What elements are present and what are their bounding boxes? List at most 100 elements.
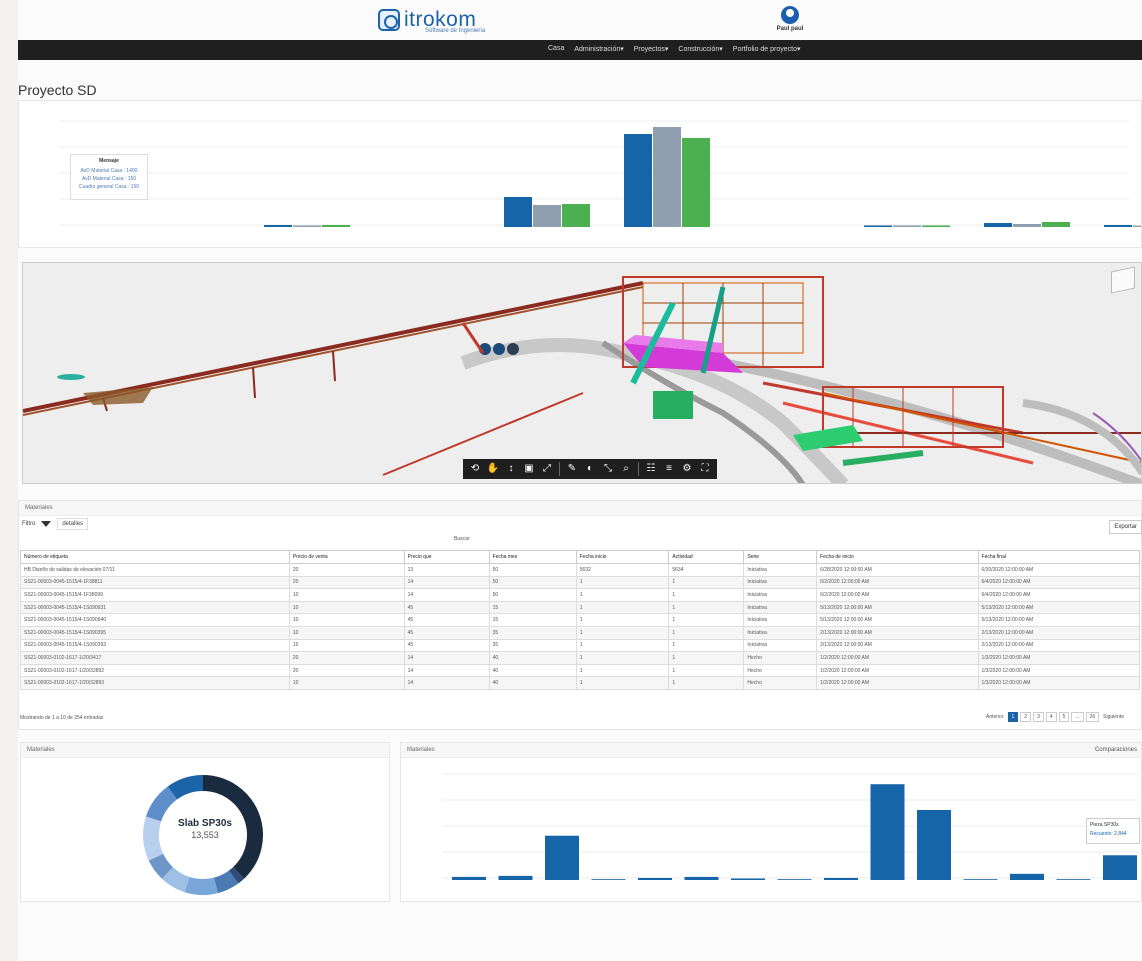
section-icon[interactable]: ◐ — [582, 461, 598, 477]
chart-bar[interactable] — [545, 835, 579, 880]
pager-page[interactable]: 5 — [1058, 712, 1070, 722]
chart-bar[interactable] — [731, 878, 765, 881]
table-row[interactable]: SS21-00003-0045-1515/4-1S090393 10 45 35 1 1 I… — [20, 638, 1141, 653]
nav-item[interactable]: Proyectos▾ — [634, 45, 669, 53]
settings-icon[interactable]: ⚙ — [679, 461, 695, 477]
chart-bar[interactable] — [824, 877, 858, 880]
table-cell: 10 — [288, 613, 405, 627]
pan-icon[interactable]: ✋ — [485, 461, 501, 477]
nav-item[interactable]: Portfolio de proyecto▾ — [733, 45, 801, 53]
chart-bar[interactable] — [984, 223, 1012, 227]
page: itrokom Software de Ingeniería Paul paul… — [18, 0, 1142, 961]
table-row[interactable]: SS21-00003-0102-1617-1/20/32893 10 14 40 1 1 H… — [20, 676, 1141, 690]
donut-segment[interactable] — [145, 786, 178, 822]
column-header[interactable]: Fecha mes — [488, 550, 577, 564]
pager-page[interactable]: 3 — [1033, 712, 1044, 722]
zoom-icon[interactable]: ↕ — [503, 461, 519, 477]
table-row[interactable]: SS21-00003-0102-1617-1/20/3417 20 14 40 1 1 He… — [20, 651, 1141, 665]
explode-icon[interactable]: ⤡ — [600, 461, 616, 477]
donut-segment[interactable] — [213, 870, 239, 894]
chart-bar[interactable] — [1133, 225, 1142, 228]
column-header[interactable]: Fecha de inicio — [816, 550, 979, 564]
nav-item[interactable]: Casa — [548, 45, 564, 53]
properties-icon[interactable]: ≡ — [661, 461, 677, 477]
table-row[interactable]: HB Diseño de salidas de elevación 07/11 2… — [20, 563, 1141, 577]
chart-bar[interactable] — [498, 875, 533, 880]
chart-bar[interactable] — [1010, 873, 1044, 880]
chart-bar[interactable] — [653, 127, 681, 227]
column-header[interactable]: Serie — [743, 550, 818, 564]
chart-bar[interactable] — [624, 134, 652, 227]
donut-center: Slab SP30s 13,553 — [145, 818, 265, 840]
table-row[interactable]: SS21-00003-0102-1617-1/20/32892 20 14 40 1 1 H… — [20, 663, 1141, 678]
chart-bar[interactable] — [562, 204, 590, 227]
model-viewer-3d[interactable]: ⟲ ✋ ↕ ▣ ⤢ ✎ ◐ ⤡ ⌕ ☷ ≡ ⚙ ⛶ — [22, 262, 1142, 484]
fit-icon[interactable]: ⤢ — [539, 461, 555, 477]
donut-segment[interactable] — [228, 866, 245, 884]
donut-segment[interactable] — [161, 866, 190, 893]
search-icon[interactable]: ⌕ — [618, 461, 634, 477]
donut-segment[interactable] — [167, 775, 204, 800]
camera-icon[interactable]: ▣ — [521, 461, 537, 477]
chart-bar[interactable] — [322, 225, 350, 227]
chart-bar[interactable] — [684, 876, 719, 880]
chart-bar[interactable] — [1104, 225, 1132, 227]
table-row[interactable]: SS21-00003-0045-1515/4-1S090395 10 45 35 1 1 I… — [20, 625, 1141, 640]
chart-bar[interactable] — [917, 809, 951, 880]
pager-next[interactable]: Siguiente — [1101, 714, 1126, 720]
user-menu[interactable]: Paul paul — [770, 6, 810, 32]
compare-label[interactable]: Comparaciones — [1095, 747, 1137, 753]
donut-segment[interactable] — [184, 876, 218, 895]
chart-bar[interactable] — [682, 138, 710, 227]
chart-bar[interactable] — [264, 225, 292, 227]
pager-page[interactable]: 1 — [1007, 712, 1019, 722]
chart-bar[interactable] — [893, 225, 921, 228]
filter-icon[interactable] — [41, 521, 52, 527]
model-tree-icon[interactable]: ☷ — [643, 461, 659, 477]
chart-bar[interactable] — [533, 205, 561, 227]
chart-bar[interactable] — [777, 879, 812, 880]
chart-bar[interactable] — [870, 784, 905, 880]
donut-segment[interactable] — [148, 853, 174, 879]
table-cell: 1 — [668, 638, 745, 653]
nav-item[interactable]: Administración▾ — [574, 45, 623, 53]
nav-item[interactable]: Construcción▾ — [678, 45, 722, 53]
chart-bar[interactable] — [591, 879, 626, 880]
pager-page[interactable]: 26 — [1085, 712, 1100, 722]
table-cell: 1 — [668, 676, 745, 690]
column-header[interactable]: Número de etiqueta — [20, 550, 290, 564]
table-cell: 5/13/2020 12:00:00 AM — [816, 600, 979, 615]
chart-bar[interactable] — [293, 225, 321, 228]
orbit-icon[interactable]: ⟲ — [467, 461, 483, 477]
chart-bar[interactable] — [1056, 879, 1091, 880]
export-button[interactable]: Exportar — [1109, 520, 1142, 534]
column-header[interactable]: Precio de venta — [288, 550, 405, 564]
chart-bar[interactable] — [1013, 224, 1041, 227]
column-header[interactable]: Actividad — [668, 550, 745, 564]
table-row[interactable]: SS21-00003-0045-1515/4-1F38099 10 14 50 1 1 In… — [20, 588, 1141, 602]
table-row[interactable]: SS21-00003-0045-1515/4-1S090931 10 45 15 1 1 I… — [20, 600, 1141, 615]
column-header[interactable]: Fecha inicio — [575, 550, 670, 564]
donut-center-title: Slab SP30s — [178, 818, 232, 829]
fullscreen-icon[interactable]: ⛶ — [697, 461, 713, 477]
chart-bar[interactable] — [922, 225, 950, 228]
filter-chip[interactable]: detalles — [57, 518, 89, 530]
chart-bar[interactable] — [504, 197, 532, 227]
chart-bar[interactable] — [1042, 222, 1070, 227]
pager-prev[interactable]: Anterior — [984, 714, 1006, 720]
table-row[interactable]: SS21-00003-0045-1515/4-1S090940 10 45 15 1 1 I… — [20, 613, 1141, 627]
chart-bar[interactable] — [1103, 855, 1137, 880]
column-header[interactable]: Fecha final — [977, 550, 1141, 564]
pager-page[interactable]: 2 — [1020, 712, 1032, 722]
column-header[interactable]: Precio que — [403, 550, 490, 564]
measure-icon[interactable]: ✎ — [564, 461, 580, 477]
plant-model-render[interactable] — [23, 263, 1142, 484]
pager-page[interactable]: ... — [1071, 712, 1084, 722]
table-row[interactable]: SS21-00003-0045-1515/4-1F38811 20 14 50 1 1 In… — [20, 575, 1141, 590]
chart-bar[interactable] — [963, 879, 998, 880]
chart-bar[interactable] — [638, 877, 672, 880]
table-cell: 2/13/2020 12:00:00 AM — [977, 625, 1141, 640]
chart-bar[interactable] — [864, 225, 892, 228]
chart-bar[interactable] — [452, 876, 486, 880]
pager-page[interactable]: 4 — [1045, 712, 1057, 722]
